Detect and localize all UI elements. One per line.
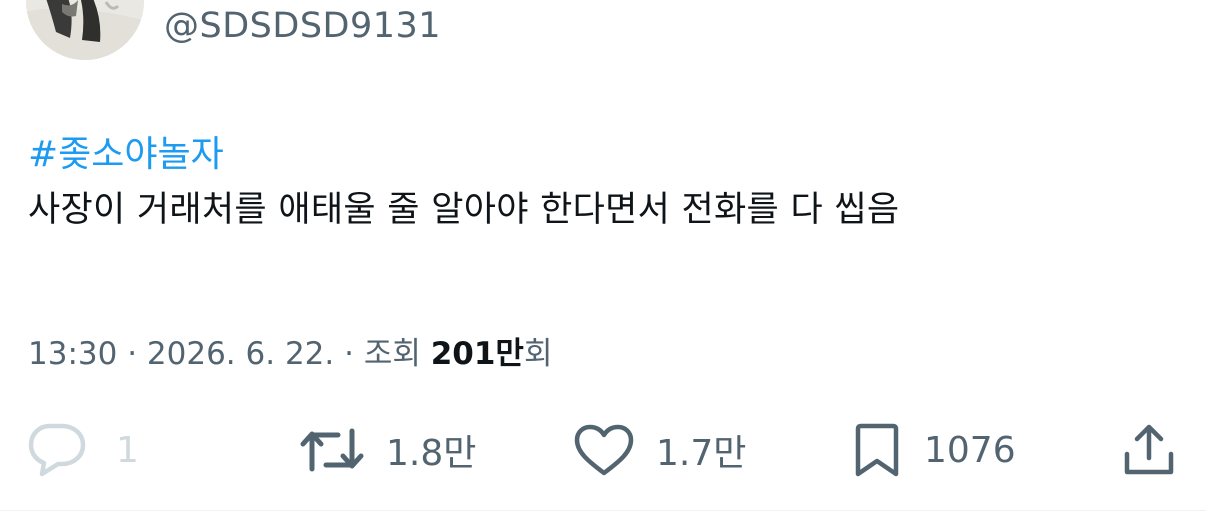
divider	[0, 510, 1206, 511]
views-count: 201만	[430, 336, 524, 372]
retweet-button[interactable]: 1.8만	[300, 418, 476, 482]
heart-icon	[574, 424, 634, 476]
views-label: 조회	[363, 336, 431, 372]
share-icon	[1124, 424, 1174, 475]
retweet-count: 1.8만	[386, 433, 477, 474]
like-button[interactable]: 1.7만	[574, 418, 746, 482]
tweet-date[interactable]: 2026. 6. 22.	[147, 336, 334, 372]
reply-count: 1	[116, 429, 139, 471]
reply-icon	[28, 423, 86, 477]
share-button[interactable]	[1122, 418, 1176, 482]
bookmark-icon	[855, 423, 899, 477]
tweet-meta: 13:30 · 2026. 6. 22. · 조회 201만회	[28, 328, 552, 373]
tweet-time[interactable]: 13:30	[28, 336, 117, 372]
views-suffix: 회	[523, 336, 553, 372]
retweet-icon	[300, 428, 364, 472]
hashtag-link[interactable]: #좆소야놀자	[28, 132, 1178, 178]
meta-separator: ·	[334, 336, 364, 372]
avatar-image	[26, 0, 144, 60]
action-bar: 1 1.8만 1.7만 1076	[0, 418, 1206, 482]
avatar[interactable]	[26, 0, 144, 60]
tweet-text: 사장이 거래처를 애태울 줄 알아야 한다면서 전화를 다 씹음	[28, 190, 900, 230]
bookmark-button[interactable]: 1076	[852, 418, 1016, 482]
reply-button[interactable]: 1	[28, 418, 139, 482]
meta-separator: ·	[117, 336, 147, 372]
bookmark-count: 1076	[924, 429, 1016, 471]
author-handle[interactable]: @SDSDSD9131	[164, 6, 441, 46]
like-count: 1.7만	[656, 433, 747, 474]
tweet-body: #좆소야놀자 사장이 거래처를 애태울 줄 알아야 한다면서 전화를 다 씹음	[28, 132, 1178, 234]
